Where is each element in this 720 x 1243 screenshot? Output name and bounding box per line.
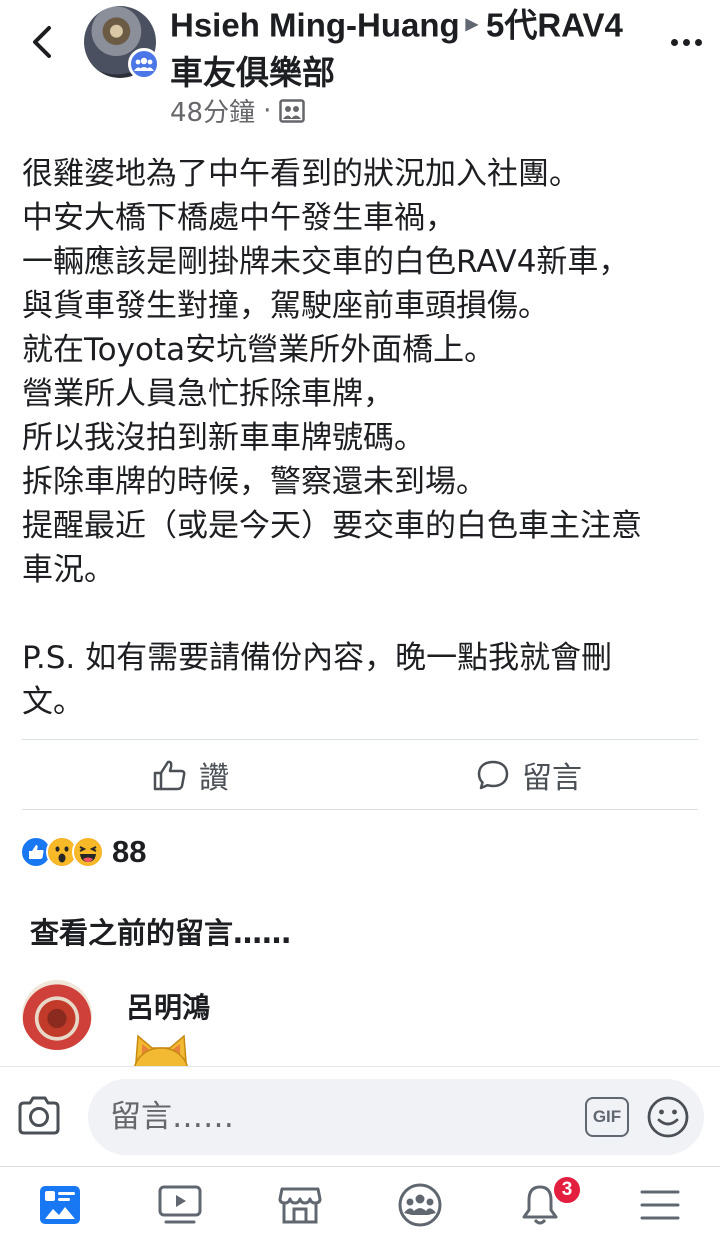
post-action-bar: 讚 留言 <box>22 740 698 810</box>
group-privacy-icon <box>279 98 306 123</box>
marketplace-icon <box>278 1187 322 1224</box>
group-name-line1[interactable]: 5代RAV4 <box>486 7 623 44</box>
divider <box>22 809 698 810</box>
more-dot-icon <box>694 38 702 46</box>
gif-button[interactable]: GIF <box>585 1097 629 1137</box>
haha-icon <box>72 836 104 868</box>
reaction-count: 88 <box>112 834 147 869</box>
comment-composer: GIF <box>0 1066 720 1166</box>
like-button[interactable]: 讚 <box>22 740 360 810</box>
commenter-name[interactable]: 呂明鴻 <box>126 986 210 1026</box>
view-previous-comments-link[interactable]: 查看之前的留言…… <box>30 910 291 952</box>
post-header: Hsieh Ming-Huang ▶ 5代RAV4 車友俱樂部 48分鐘 · <box>0 0 720 135</box>
nav-menu[interactable] <box>600 1167 720 1243</box>
like-label: 讚 <box>199 761 229 796</box>
commenter-avatar[interactable] <box>22 980 92 1050</box>
post-text: 很雞婆地為了中午看到的狀況加入社團。 中安大橋下橋處中午發生車禍， 一輛應該是剛… <box>22 156 642 720</box>
notification-badge: 3 <box>552 1175 582 1205</box>
more-options-button[interactable] <box>664 22 708 62</box>
reactions-summary[interactable]: 88 <box>20 832 146 872</box>
comment-bubble-icon <box>477 760 509 790</box>
groups-icon <box>398 1183 442 1227</box>
post-title: Hsieh Ming-Huang ▶ 5代RAV4 車友俱樂部 <box>170 4 650 94</box>
emoji-button[interactable] <box>646 1095 690 1139</box>
smiley-icon <box>647 1096 689 1138</box>
watch-icon <box>158 1185 202 1224</box>
chevron-left-icon <box>33 26 51 58</box>
nav-news-feed[interactable] <box>0 1167 120 1243</box>
post-meta: 48分鐘 · <box>170 92 306 129</box>
author-name[interactable]: Hsieh Ming-Huang <box>170 7 460 44</box>
group-badge <box>128 48 160 80</box>
group-icon <box>134 57 154 71</box>
bottom-navigation: 3 <box>0 1166 720 1243</box>
back-button[interactable] <box>22 22 62 62</box>
camera-icon <box>18 1096 60 1135</box>
comment-input[interactable] <box>110 1079 570 1155</box>
more-dot-icon <box>682 38 690 46</box>
group-name-line2[interactable]: 車友俱樂部 <box>170 54 335 91</box>
camera-button[interactable] <box>16 1093 62 1139</box>
nav-notifications[interactable]: 3 <box>480 1167 600 1243</box>
more-dot-icon <box>670 38 678 46</box>
nav-watch[interactable] <box>120 1167 240 1243</box>
nav-groups[interactable] <box>360 1167 480 1243</box>
comment-button[interactable]: 留言 <box>360 740 698 810</box>
caret-right-icon: ▶ <box>465 16 478 33</box>
nav-marketplace[interactable] <box>240 1167 360 1243</box>
news-feed-icon <box>40 1186 80 1224</box>
comment-input-container: GIF <box>88 1079 704 1155</box>
menu-icon <box>640 1190 680 1220</box>
post-timestamp[interactable]: 48分鐘 <box>170 92 255 129</box>
comment-label: 留言 <box>522 761 582 796</box>
meta-separator: · <box>263 95 272 126</box>
thumbs-up-icon <box>153 760 186 791</box>
